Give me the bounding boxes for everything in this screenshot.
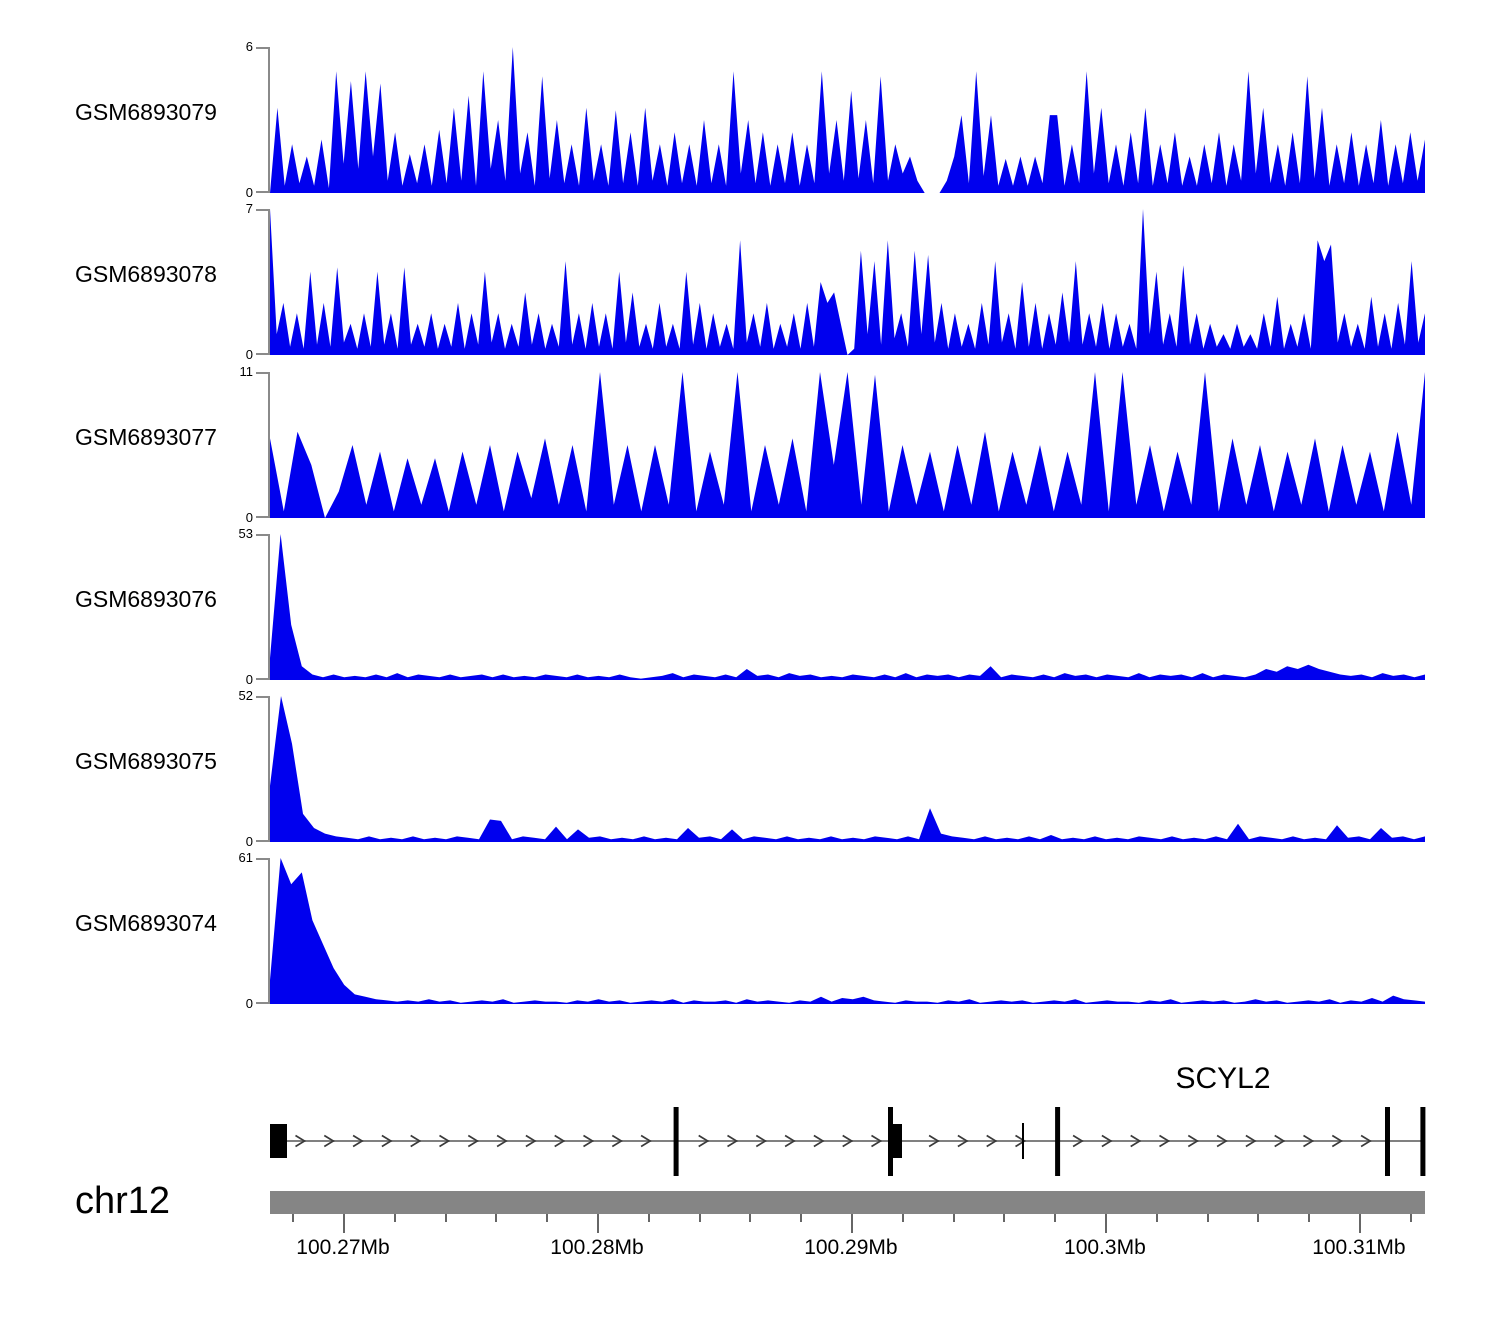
- coverage-track-gsm6893076: GSM6893076 53 0: [0, 534, 1500, 681]
- ruler-minor-tick: [394, 1214, 396, 1222]
- ruler-major-tick: [1359, 1214, 1361, 1233]
- gene-exon: [1420, 1107, 1425, 1176]
- y-axis-max-label: 7: [173, 201, 253, 216]
- ruler-tick-label: 100.31Mb: [1312, 1236, 1405, 1260]
- ruler-minor-tick: [902, 1214, 904, 1222]
- ruler-tick-label: 100.29Mb: [804, 1236, 897, 1260]
- ruler-tick-label: 100.27Mb: [296, 1236, 389, 1260]
- coverage-area: [270, 534, 1425, 680]
- ruler-tick-label: 100.3Mb: [1064, 1236, 1146, 1260]
- y-axis-zero-label: 0: [173, 510, 253, 525]
- y-axis-zero-tick: [256, 1002, 269, 1004]
- y-axis-top-tick: [256, 47, 269, 49]
- coverage-signal: [270, 534, 1425, 680]
- coverage-signal: [270, 858, 1425, 1004]
- y-axis-max-label: 61: [173, 850, 253, 865]
- ruler-minor-tick: [648, 1214, 650, 1222]
- gene-exon: [888, 1107, 893, 1176]
- coverage-track-gsm6893074: GSM6893074 61 0: [0, 858, 1500, 1005]
- coverage-area: [270, 47, 1425, 193]
- gene-name-label: SCYL2: [1128, 1062, 1318, 1096]
- ruler-minor-tick: [546, 1214, 548, 1222]
- gene-exon: [674, 1107, 679, 1176]
- ruler-minor-tick: [1257, 1214, 1259, 1222]
- ruler-minor-tick: [1308, 1214, 1310, 1222]
- ruler-minor-tick: [1410, 1214, 1412, 1222]
- y-axis-zero-label: 0: [173, 834, 253, 849]
- coverage-track-gsm6893075: GSM6893075 52 0: [0, 696, 1500, 843]
- coverage-signal: [270, 209, 1425, 355]
- gene-model: [270, 1100, 1426, 1185]
- y-axis-zero-label: 0: [173, 996, 253, 1011]
- y-axis-top-tick: [256, 696, 269, 698]
- ruler-major-tick: [343, 1214, 345, 1233]
- coverage-track-gsm6893079: GSM6893079 6 0: [0, 47, 1500, 194]
- y-axis-zero-tick: [256, 840, 269, 842]
- ruler-minor-tick: [445, 1214, 447, 1222]
- ruler-minor-tick: [1156, 1214, 1158, 1222]
- ruler-minor-tick: [699, 1214, 701, 1222]
- y-axis-zero-tick: [256, 191, 269, 193]
- gene-exon: [1055, 1107, 1060, 1176]
- ruler-major-tick: [851, 1214, 853, 1233]
- ruler-minor-tick: [749, 1214, 751, 1222]
- coverage-track-gsm6893077: GSM6893077 11 0: [0, 372, 1500, 519]
- gene-exon: [893, 1124, 902, 1158]
- y-axis-zero-tick: [256, 516, 269, 518]
- gene-exon: [1022, 1123, 1024, 1159]
- gene-exon: [270, 1124, 287, 1158]
- ruler-major-tick: [1105, 1214, 1107, 1233]
- y-axis-zero-label: 0: [173, 185, 253, 200]
- y-axis-zero-tick: [256, 678, 269, 680]
- y-axis-top-tick: [256, 858, 269, 860]
- ruler-minor-tick: [1207, 1214, 1209, 1222]
- y-axis-zero-label: 0: [173, 347, 253, 362]
- chromosome-label: chr12: [75, 1180, 170, 1223]
- y-axis-max-label: 53: [173, 526, 253, 541]
- ruler-minor-tick: [292, 1214, 294, 1222]
- genome-browser-view: GSM6893079 6 0 GSM6893078 7 0 GSM6893077…: [0, 0, 1500, 1320]
- ruler-minor-tick: [495, 1214, 497, 1222]
- y-axis-max-label: 6: [173, 39, 253, 54]
- ruler-minor-tick: [953, 1214, 955, 1222]
- coverage-signal: [270, 47, 1425, 193]
- y-axis-zero-label: 0: [173, 672, 253, 687]
- ruler-minor-tick: [1054, 1214, 1056, 1222]
- coverage-area: [270, 696, 1425, 842]
- y-axis-top-tick: [256, 534, 269, 536]
- track-label: GSM6893079: [75, 99, 217, 126]
- coverage-signal: [270, 372, 1425, 518]
- track-label: GSM6893077: [75, 424, 217, 451]
- ruler-minor-tick: [1003, 1214, 1005, 1222]
- ruler-major-tick: [597, 1214, 599, 1233]
- y-axis-zero-tick: [256, 353, 269, 355]
- coverage-area: [270, 209, 1425, 355]
- coverage-signal: [270, 696, 1425, 842]
- y-axis-max-label: 52: [173, 688, 253, 703]
- chromosome-ruler-bar: [270, 1191, 1425, 1214]
- gene-exon: [1385, 1107, 1390, 1176]
- coverage-track-gsm6893078: GSM6893078 7 0: [0, 209, 1500, 356]
- track-label: GSM6893074: [75, 910, 217, 937]
- ruler-tick-label: 100.28Mb: [550, 1236, 643, 1260]
- track-label: GSM6893078: [75, 261, 217, 288]
- coverage-area: [270, 372, 1425, 518]
- track-label: GSM6893076: [75, 586, 217, 613]
- y-axis-max-label: 11: [173, 364, 253, 379]
- y-axis-top-tick: [256, 209, 269, 211]
- coverage-area: [270, 858, 1425, 1004]
- y-axis-top-tick: [256, 372, 269, 374]
- track-label: GSM6893075: [75, 748, 217, 775]
- ruler-minor-tick: [800, 1214, 802, 1222]
